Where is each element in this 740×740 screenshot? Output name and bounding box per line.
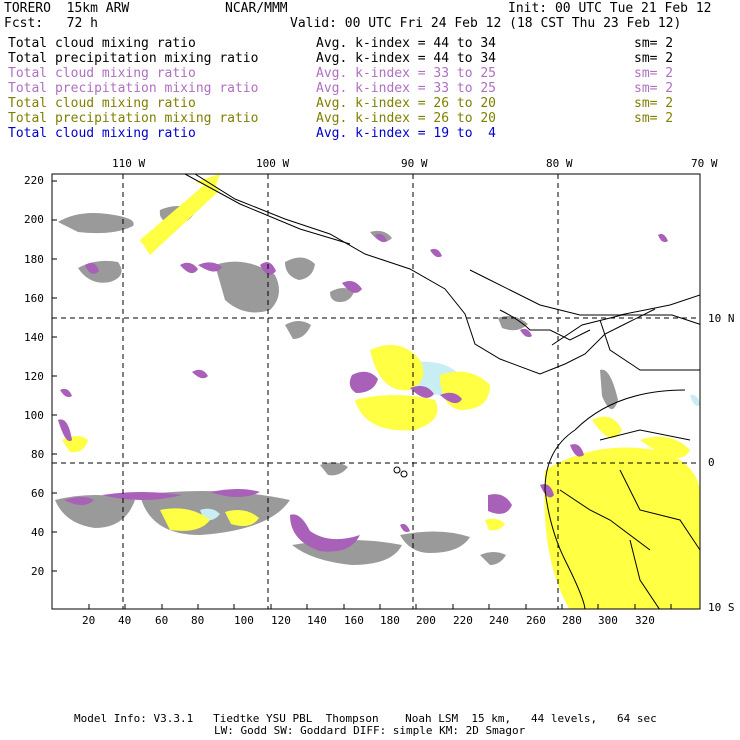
model-physics: LW: Godd SW: Goddard DIFF: simple KM: 2D… <box>214 724 526 737</box>
cloud-gray-patches <box>55 206 618 565</box>
field-layer <box>55 174 700 609</box>
weather-map-page: TORERO 15km ARW NCAR/MMM Init: 00 UTC Tu… <box>0 0 740 740</box>
map-panel <box>51 173 701 610</box>
